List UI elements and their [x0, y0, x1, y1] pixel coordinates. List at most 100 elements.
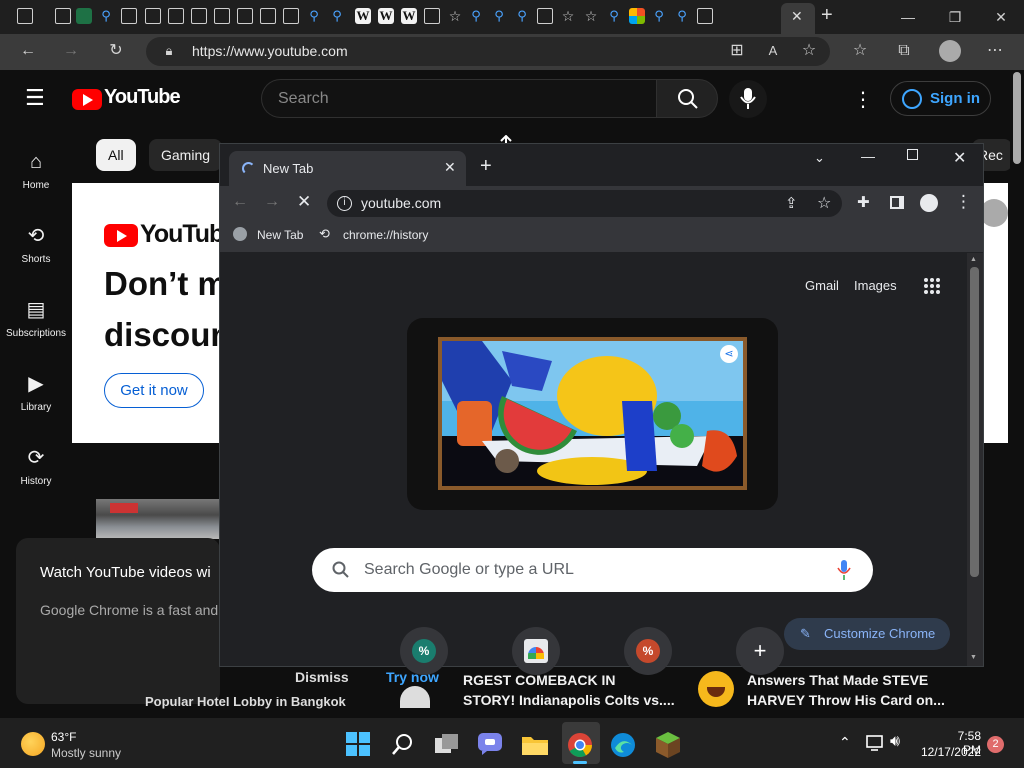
- network-icon[interactable]: [866, 735, 884, 751]
- chrome-address-bar[interactable]: i youtube.com ⇪ ☆: [327, 190, 842, 217]
- search-icon[interactable]: ⚲: [514, 8, 530, 24]
- close-window-button[interactable]: ✕: [978, 6, 1024, 28]
- chip-all[interactable]: All: [96, 139, 136, 171]
- favorite-icon[interactable]: ☆: [447, 8, 463, 24]
- side-panel-icon[interactable]: [890, 196, 904, 209]
- extensions-icon[interactable]: ✚: [857, 193, 870, 211]
- settings-dots-icon[interactable]: ⋮: [853, 87, 873, 112]
- film-icon[interactable]: [697, 8, 713, 24]
- favorite-icon[interactable]: ☆: [583, 8, 599, 24]
- film-icon[interactable]: [537, 8, 553, 24]
- lock-icon[interactable]: 🔒︎: [158, 41, 180, 61]
- search-icon[interactable]: ⚲: [606, 8, 622, 24]
- google-search-box[interactable]: Search Google or type a URL: [312, 548, 873, 592]
- shortcut-tile[interactable]: %: [624, 627, 672, 675]
- chrome-url-text[interactable]: youtube.com: [361, 195, 441, 211]
- chrome-scrollbar-thumb[interactable]: [970, 267, 979, 577]
- chrome-new-tab-button[interactable]: +: [480, 155, 492, 178]
- youtube-search-button[interactable]: [656, 79, 718, 118]
- chrome-tab-new-tab[interactable]: New Tab ✕: [229, 151, 466, 186]
- dismiss-button[interactable]: Dismiss: [295, 669, 349, 685]
- channel-avatar-emoji[interactable]: [698, 671, 734, 707]
- bookmark-star-icon[interactable]: ☆: [817, 193, 831, 213]
- chrome-profile-icon[interactable]: [920, 194, 938, 212]
- video-title-line2[interactable]: HARVEY Throw His Card on...: [747, 692, 945, 708]
- app-available-icon[interactable]: ⊞: [726, 41, 748, 61]
- page-icon[interactable]: [145, 8, 161, 24]
- video-title-line1[interactable]: Answers That Made STEVE: [747, 672, 928, 688]
- wikipedia-icon[interactable]: W: [355, 8, 371, 24]
- chrome-minimize-button[interactable]: —: [861, 148, 875, 164]
- search-icon[interactable]: ⚲: [651, 8, 667, 24]
- page-icon[interactable]: [191, 8, 207, 24]
- video-title-line2[interactable]: STORY! Indianapolis Colts vs....: [463, 692, 675, 708]
- shortcut-tile[interactable]: %: [400, 627, 448, 675]
- chrome-maximize-button[interactable]: [907, 149, 918, 160]
- chrome-forward-icon[interactable]: →: [264, 193, 280, 211]
- file-explorer-icon[interactable]: [522, 733, 548, 755]
- excel-icon[interactable]: [76, 8, 92, 24]
- search-icon[interactable]: ⚲: [329, 8, 345, 24]
- page-icon[interactable]: [214, 8, 230, 24]
- edge-taskbar-icon[interactable]: [610, 732, 636, 758]
- page-icon[interactable]: [237, 8, 253, 24]
- weather-condition[interactable]: Mostly sunny: [51, 746, 121, 760]
- chip-gaming[interactable]: Gaming: [149, 139, 223, 171]
- youtube-search-input[interactable]: Search: [261, 79, 657, 118]
- add-shortcut-tile[interactable]: +: [736, 627, 784, 675]
- sidebar-item-library[interactable]: ▶ Library: [0, 372, 72, 413]
- search-icon[interactable]: ⚲: [98, 8, 114, 24]
- chrome-menu-icon[interactable]: ⋮: [955, 192, 972, 212]
- read-aloud-icon[interactable]: A: [762, 41, 784, 61]
- chrome-back-icon[interactable]: ←: [232, 193, 248, 211]
- back-arrow-icon[interactable]: ←: [17, 41, 39, 61]
- notification-badge[interactable]: 2: [987, 736, 1004, 753]
- wikipedia-icon[interactable]: W: [401, 8, 417, 24]
- page-icon[interactable]: [168, 8, 184, 24]
- search-icon[interactable]: ⚲: [491, 8, 507, 24]
- banner-close-button[interactable]: [980, 199, 1008, 227]
- clock-date[interactable]: 12/17/2022: [920, 745, 981, 759]
- close-tab-icon[interactable]: ✕: [791, 8, 803, 25]
- search-icon[interactable]: ⚲: [468, 8, 484, 24]
- minimize-button[interactable]: —: [885, 6, 931, 28]
- search-icon[interactable]: ⚲: [674, 8, 690, 24]
- collections-icon[interactable]: ⧉: [893, 41, 915, 61]
- favorites-icon[interactable]: ☆: [849, 41, 871, 61]
- bookmark-history[interactable]: chrome://history: [343, 228, 428, 242]
- new-tab-button[interactable]: +: [821, 4, 833, 27]
- youtube-logo-text[interactable]: YouTube: [104, 86, 181, 109]
- images-link[interactable]: Images: [854, 278, 897, 293]
- search-icon[interactable]: ⚲: [306, 8, 322, 24]
- video-title-partial[interactable]: Popular Hotel Lobby in Bangkok: [145, 697, 355, 711]
- sidebar-item-shorts[interactable]: ⟲ Shorts: [0, 224, 72, 265]
- channel-avatar[interactable]: [400, 686, 430, 708]
- page-icon[interactable]: [260, 8, 276, 24]
- windows-start-icon[interactable]: [346, 732, 370, 756]
- tab-actions-icon[interactable]: [17, 8, 33, 24]
- scrollbar-thumb[interactable]: [1013, 72, 1021, 164]
- profile-avatar[interactable]: [939, 40, 961, 62]
- more-menu-icon[interactable]: ⋯: [984, 41, 1006, 61]
- google-apps-icon[interactable]: [923, 277, 941, 295]
- hamburger-menu-icon[interactable]: ☰: [25, 86, 45, 110]
- wikipedia-icon[interactable]: W: [378, 8, 394, 24]
- page-scrollbar[interactable]: [1010, 70, 1024, 718]
- edge-url-text[interactable]: https://www.youtube.com: [192, 43, 348, 59]
- refresh-icon[interactable]: ↻: [105, 41, 127, 61]
- microsoft-icon[interactable]: [629, 8, 645, 24]
- show-hidden-icons-chevron-icon[interactable]: ⌃: [839, 734, 851, 751]
- page-icon[interactable]: [283, 8, 299, 24]
- doodle-share-icon[interactable]: ⋖: [720, 345, 738, 363]
- page-icon[interactable]: [424, 8, 440, 24]
- chrome-close-button[interactable]: ✕: [953, 148, 966, 168]
- doodle-still-life-image[interactable]: ⋖: [438, 337, 747, 490]
- sidebar-item-history[interactable]: ⟳ History: [0, 446, 72, 487]
- forward-arrow-icon[interactable]: →: [60, 41, 82, 61]
- taskbar-search-icon[interactable]: [391, 732, 415, 756]
- bookmark-new-tab[interactable]: New Tab: [257, 228, 303, 242]
- scroll-up-arrow-icon[interactable]: ▲: [970, 256, 977, 263]
- voice-search-button[interactable]: [729, 80, 767, 118]
- get-it-now-button[interactable]: Get it now: [104, 373, 204, 408]
- close-tab-icon[interactable]: ✕: [444, 159, 456, 176]
